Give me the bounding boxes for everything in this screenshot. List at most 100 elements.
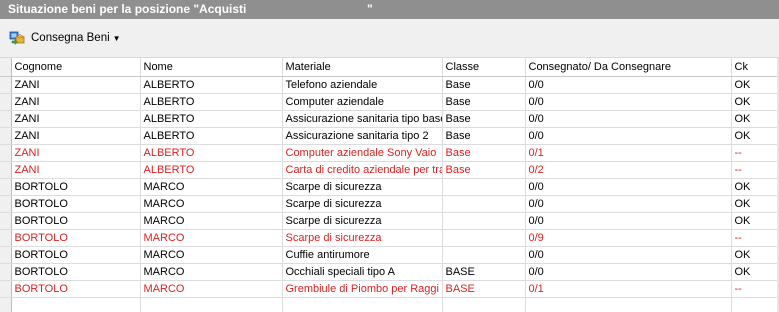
cell-cognome[interactable]: ZANI bbox=[11, 161, 141, 179]
cell-cognome[interactable]: BORTOLO bbox=[11, 263, 141, 281]
cell-ck[interactable] bbox=[731, 297, 779, 312]
cell-ck[interactable]: OK bbox=[731, 178, 779, 196]
row-selector[interactable] bbox=[0, 280, 12, 298]
column-header-consegnato[interactable]: Consegnato/ Da Consegnare bbox=[525, 58, 732, 77]
cell-nome[interactable]: MARCO bbox=[140, 195, 283, 213]
cell-cognome[interactable]: BORTOLO bbox=[11, 246, 141, 264]
cell-classe[interactable]: Base bbox=[442, 76, 526, 94]
cell-materiale[interactable]: Assicurazione sanitaria tipo 2 bbox=[282, 127, 443, 145]
cell-classe[interactable] bbox=[442, 297, 526, 312]
column-header-ck[interactable]: Ck bbox=[731, 58, 779, 77]
cell-classe[interactable]: Base bbox=[442, 144, 526, 162]
row-selector[interactable] bbox=[0, 229, 12, 247]
cell-nome[interactable]: MARCO bbox=[140, 229, 283, 247]
table-row[interactable]: ZANI ALBERTO Assicurazione sanitaria tipo … bbox=[0, 127, 779, 145]
cell-consegnato[interactable] bbox=[525, 297, 732, 312]
cell-cognome[interactable]: ZANI bbox=[11, 144, 141, 162]
table-row[interactable]: BORTOLO MARCO Scarpe di sicurezza 0/0 OK bbox=[0, 195, 779, 213]
consegna-beni-button[interactable]: Consegna Beni ▼ bbox=[9, 29, 121, 47]
cell-materiale[interactable]: Carta di credito aziendale per trasferte bbox=[282, 161, 443, 179]
table-row[interactable] bbox=[0, 297, 779, 312]
cell-consegnato[interactable]: 0/0 bbox=[525, 127, 732, 145]
cell-ck[interactable]: OK bbox=[731, 263, 779, 281]
cell-consegnato[interactable]: 0/0 bbox=[525, 93, 732, 111]
cell-classe[interactable]: Base bbox=[442, 93, 526, 111]
row-selector[interactable] bbox=[0, 195, 12, 213]
table-row[interactable]: ZANI ALBERTO Telefono aziendale Base 0/0 OK bbox=[0, 76, 779, 94]
cell-materiale[interactable]: Computer aziendale bbox=[282, 93, 443, 111]
table-row[interactable]: ZANI ALBERTO Computer aziendale Base 0/0 OK bbox=[0, 93, 779, 111]
row-selector[interactable] bbox=[0, 144, 12, 162]
row-selector[interactable] bbox=[0, 93, 12, 111]
cell-materiale[interactable]: Scarpe di sicurezza bbox=[282, 178, 443, 196]
cell-ck[interactable]: OK bbox=[731, 127, 779, 145]
cell-classe[interactable]: BASE bbox=[442, 280, 526, 298]
cell-cognome[interactable]: ZANI bbox=[11, 127, 141, 145]
row-selector[interactable] bbox=[0, 161, 12, 179]
cell-classe[interactable]: Base bbox=[442, 110, 526, 128]
cell-ck[interactable]: -- bbox=[731, 161, 779, 179]
cell-materiale[interactable]: Scarpe di sicurezza bbox=[282, 212, 443, 230]
cell-ck[interactable]: OK bbox=[731, 195, 779, 213]
row-selector[interactable] bbox=[0, 76, 12, 94]
cell-ck[interactable]: OK bbox=[731, 246, 779, 264]
cell-ck[interactable]: OK bbox=[731, 110, 779, 128]
column-header-cognome[interactable]: Cognome bbox=[11, 58, 141, 77]
cell-materiale[interactable]: Computer aziendale Sony Vaio bbox=[282, 144, 443, 162]
cell-cognome[interactable] bbox=[11, 297, 141, 312]
column-header-materiale[interactable]: Materiale bbox=[282, 58, 443, 77]
cell-consegnato[interactable]: 0/1 bbox=[525, 280, 732, 298]
cell-ck[interactable]: OK bbox=[731, 212, 779, 230]
cell-nome[interactable]: ALBERTO bbox=[140, 93, 283, 111]
cell-consegnato[interactable]: 0/0 bbox=[525, 246, 732, 264]
cell-nome[interactable]: ALBERTO bbox=[140, 76, 283, 94]
column-header-nome[interactable]: Nome bbox=[140, 58, 283, 77]
row-selector[interactable] bbox=[0, 263, 12, 281]
cell-nome[interactable]: ALBERTO bbox=[140, 127, 283, 145]
cell-cognome[interactable]: BORTOLO bbox=[11, 280, 141, 298]
cell-nome[interactable]: ALBERTO bbox=[140, 144, 283, 162]
cell-consegnato[interactable]: 0/0 bbox=[525, 178, 732, 196]
row-selector[interactable] bbox=[0, 246, 12, 264]
cell-ck[interactable]: -- bbox=[731, 229, 779, 247]
cell-nome[interactable]: MARCO bbox=[140, 212, 283, 230]
row-selector[interactable] bbox=[0, 297, 12, 312]
cell-classe[interactable]: Base bbox=[442, 161, 526, 179]
cell-nome[interactable]: MARCO bbox=[140, 246, 283, 264]
cell-cognome[interactable]: ZANI bbox=[11, 110, 141, 128]
cell-materiale[interactable]: Scarpe di sicurezza bbox=[282, 195, 443, 213]
table-row[interactable]: ZANI ALBERTO Assicurazione sanitaria tipo … bbox=[0, 110, 779, 128]
cell-materiale[interactable]: Occhiali speciali tipo A bbox=[282, 263, 443, 281]
cell-cognome[interactable]: BORTOLO bbox=[11, 178, 141, 196]
cell-materiale[interactable]: Telefono aziendale bbox=[282, 76, 443, 94]
cell-classe[interactable] bbox=[442, 246, 526, 264]
cell-nome[interactable]: MARCO bbox=[140, 178, 283, 196]
cell-materiale[interactable]: Assicurazione sanitaria tipo base bbox=[282, 110, 443, 128]
cell-classe[interactable] bbox=[442, 178, 526, 196]
cell-consegnato[interactable]: 0/1 bbox=[525, 144, 732, 162]
cell-cognome[interactable]: ZANI bbox=[11, 76, 141, 94]
column-header-classe[interactable]: Classe bbox=[442, 58, 526, 77]
row-selector[interactable] bbox=[0, 212, 12, 230]
row-selector[interactable] bbox=[0, 110, 12, 128]
cell-cognome[interactable]: ZANI bbox=[11, 93, 141, 111]
cell-cognome[interactable]: BORTOLO bbox=[11, 195, 141, 213]
row-selector-header[interactable] bbox=[0, 58, 12, 77]
row-selector[interactable] bbox=[0, 178, 12, 196]
cell-consegnato[interactable]: 0/0 bbox=[525, 212, 732, 230]
cell-ck[interactable]: -- bbox=[731, 144, 779, 162]
cell-nome[interactable] bbox=[140, 297, 283, 312]
table-row[interactable]: BORTOLO MARCO Grembiule di Piombo per Ragg… bbox=[0, 280, 779, 298]
table-row[interactable]: ZANI ALBERTO Carta di credito aziendale pe… bbox=[0, 161, 779, 179]
cell-classe[interactable]: BASE bbox=[442, 263, 526, 281]
cell-ck[interactable]: -- bbox=[731, 280, 779, 298]
cell-classe[interactable] bbox=[442, 212, 526, 230]
cell-materiale[interactable] bbox=[282, 297, 443, 312]
table-row[interactable]: BORTOLO MARCO Occhiali speciali tipo A BASE… bbox=[0, 263, 779, 281]
cell-ck[interactable]: OK bbox=[731, 93, 779, 111]
cell-consegnato[interactable]: 0/0 bbox=[525, 195, 732, 213]
chevron-down-icon[interactable]: ▼ bbox=[113, 34, 121, 43]
cell-materiale[interactable]: Scarpe di sicurezza bbox=[282, 229, 443, 247]
cell-nome[interactable]: ALBERTO bbox=[140, 110, 283, 128]
table-row[interactable]: ZANI ALBERTO Computer aziendale Sony Vaio B… bbox=[0, 144, 779, 162]
